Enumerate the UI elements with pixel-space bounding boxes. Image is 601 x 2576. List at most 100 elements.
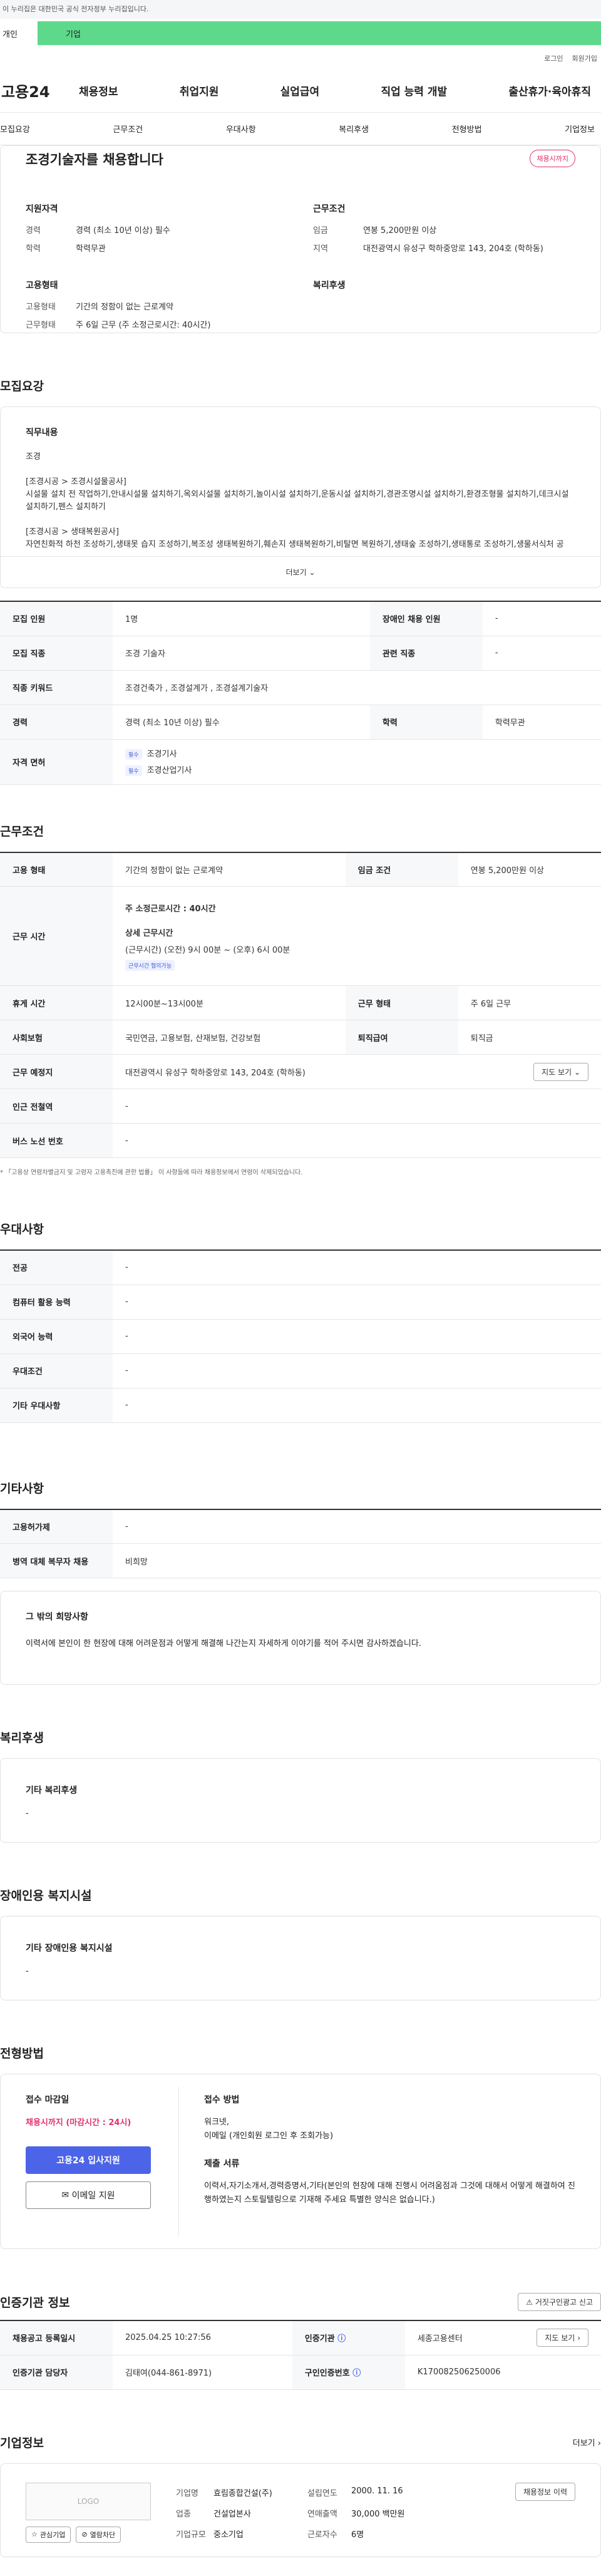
apply-left: 접수 마감일 채용시까지 (마감시간 : 24시) 고용24 입사지원 ✉ 이메… xyxy=(1,2087,179,2236)
summary-employment: 고용형태 고용형태 기간의 정함이 없는 근로계약 근무형태 주 6일 근무 (주 … xyxy=(26,279,288,336)
agency-map-button[interactable]: 지도 보기 › xyxy=(537,2329,588,2347)
table-header: 우대조건 xyxy=(0,1353,113,1389)
table-row: 기타 우대사항 - xyxy=(0,1388,601,1423)
agency-value: 세종고용센터 xyxy=(417,2334,463,2344)
table-header: 임금 조건 xyxy=(345,852,458,887)
table-header: 외국어 능력 xyxy=(0,1319,113,1354)
subnav-welfare[interactable]: 복리후생 xyxy=(339,123,369,135)
summary-conditions: 근무조건 임금 연봉 5,200만원 이상 지역 대전광역시 유성구 학하중앙로 1… xyxy=(313,202,575,260)
summary-grid: 지원자격 경력 경력 (최소 10년 이상) 필수 학력 학력무관 근무조건 임금 연… xyxy=(26,202,575,336)
gnb-item-skills[interactable]: 직업 능력 개발 xyxy=(377,83,451,98)
required-tag: 필수 xyxy=(125,765,142,776)
company-more-link[interactable]: 더보기 › xyxy=(573,2436,601,2448)
table-header: 고용 형태 xyxy=(0,852,113,887)
report-label: 거짓구인광고 신고 xyxy=(535,2298,593,2307)
company-logo: LOGO xyxy=(26,2482,151,2520)
gov-banner: 이 누리집은 대한민국 공식 전자정부 누리집입니다. xyxy=(0,0,601,19)
favorite-company-button[interactable]: ☆ 관심기업 xyxy=(26,2526,71,2543)
login-link[interactable]: 로그인 xyxy=(544,53,563,63)
apply-button[interactable]: 고용24 입사지원 xyxy=(26,2146,151,2174)
chevron-right-icon: › xyxy=(597,2438,601,2448)
recruit-table: 모집 인원 1명 장애인 채용 인원 - 모집 직종 조경 기술자 관련 직종 … xyxy=(0,601,601,785)
table-row: 버스 노선 번호 - xyxy=(0,1123,601,1158)
subnav-work[interactable]: 근무조건 xyxy=(113,123,143,135)
etc-section-title: 기타사항 xyxy=(0,1481,44,1496)
disabled-sub: 기타 장애인용 복지시설 xyxy=(26,1943,113,1953)
tab-individual[interactable]: 개인 xyxy=(0,21,38,45)
company-actions: 채용정보 이력 xyxy=(515,2482,575,2538)
company-size-value: 중소기업 xyxy=(213,2530,244,2540)
hours-cell: 주 소정근로시간 : 40시간 상세 근무시간 (근무시간) (오전) 9시 0… xyxy=(113,886,601,986)
table-cell: 연봉 5,200만원 이상 xyxy=(458,852,601,887)
method-line: 이메일 (개인회원 로그인 후 조회가능) xyxy=(204,2131,334,2141)
gnb-item-unemployment-benefit[interactable]: 실업급여 xyxy=(277,83,324,98)
table-cell: 1명 xyxy=(113,601,370,636)
site-logo[interactable]: 고용24 xyxy=(0,80,75,101)
summary-qual-title: 지원자격 xyxy=(26,204,58,214)
etc-section: 기타사항 고용허가제 - 병역 대체 복무자 채용 비희망 그 밖의 희망사항 이력… xyxy=(0,1423,601,1685)
recruit-history-button[interactable]: 채용정보 이력 xyxy=(515,2482,575,2501)
job-desc-title: 직무내용 xyxy=(26,428,58,438)
table-cell: 조경건축가 , 조경설계가 , 조경설계기술자 xyxy=(113,670,601,705)
report-button[interactable]: ⚠ 거짓구인광고 신고 xyxy=(518,2293,601,2311)
email-apply-button[interactable]: ✉ 이메일 지원 xyxy=(26,2181,151,2209)
info-icon[interactable]: ⓘ xyxy=(352,2369,361,2378)
company-sales-label: 연매출액 xyxy=(307,2509,337,2519)
table-row: 사회보험 국민연금, 고용보험, 산재보험, 건강보험 퇴직급여 퇴직금 xyxy=(0,1020,601,1055)
table-cell: - xyxy=(113,1319,601,1354)
pref-table: 전공 - 컴퓨터 활용 능력 - 외국어 능력 - 우대조건 - 기타 우대사항 - xyxy=(0,1249,601,1423)
signup-link[interactable]: 회원가입 xyxy=(572,53,597,63)
gnb-menu: 채용정보 취업지원 실업급여 직업 능력 개발 출산휴가·육아휴직 xyxy=(75,83,601,98)
license-item: 조경산업기사 xyxy=(146,766,192,775)
welfare-value: - xyxy=(26,1809,29,1818)
subnav-company[interactable]: 기업정보 xyxy=(565,123,595,135)
company-emp-value: 6명 xyxy=(351,2530,364,2540)
info-icon[interactable]: ⓘ xyxy=(337,2334,346,2344)
table-header: 모집 인원 xyxy=(0,601,113,636)
tab-business-label: 기업 xyxy=(66,29,81,39)
table-cell: K170082506250006 xyxy=(404,2355,601,2390)
place-value: 대전광역시 유성구 학하중앙로 143, 204호 (학하동) xyxy=(125,1068,306,1078)
selection-section: 전형방법 접수 마감일 채용시까지 (마감시간 : 24시) 고용24 입사지원… xyxy=(0,2000,601,2249)
job-desc-line: [조경시공 > 조경시설물공사] xyxy=(26,477,126,487)
map-view-button[interactable]: 지도 보기 ⌄ xyxy=(533,1062,588,1081)
wish-box: 그 밖의 희망사항 이력서에 본인이 한 현장에 대해 어려운점과 어떻게 해결… xyxy=(0,1591,601,1685)
subnav-pref[interactable]: 우대사항 xyxy=(226,123,256,135)
subnav-selection[interactable]: 전형방법 xyxy=(452,123,482,135)
gnb-item-employment-support[interactable]: 취업지원 xyxy=(176,83,223,98)
table-header: 휴게 시간 xyxy=(0,985,113,1020)
hours-detail: (근무시간) (오전) 9시 00분 ~ (오후) 6시 00분 xyxy=(125,945,290,955)
table-cell: 비희망 xyxy=(113,1543,601,1578)
map-view-label: 지도 보기 xyxy=(542,1067,572,1077)
more-button[interactable]: 더보기 ⌄ xyxy=(1,556,600,587)
summary-edu-label: 학력 xyxy=(26,244,41,254)
block-view-button[interactable]: ⊘ 열람차단 xyxy=(76,2526,121,2543)
company-emp-label: 근로자수 xyxy=(307,2530,337,2540)
table-row: 고용 형태 기간의 정함이 없는 근로계약 임금 조건 연봉 5,200만원 이… xyxy=(0,852,601,887)
block-label: 열람차단 xyxy=(90,2530,116,2539)
table-header: 컴퓨터 활용 능력 xyxy=(0,1285,113,1320)
status-badge: 채용시까지 xyxy=(530,150,575,167)
block-icon: ⊘ xyxy=(81,2530,88,2538)
summary-cond-title: 근무조건 xyxy=(313,204,346,214)
table-header: 근무 형태 xyxy=(345,985,458,1020)
summary-qualification: 지원자격 경력 경력 (최소 10년 이상) 필수 학력 학력무관 xyxy=(26,202,288,260)
gnb-item-jobs[interactable]: 채용정보 xyxy=(75,83,122,98)
table-cell: - xyxy=(113,1353,601,1389)
subnav-recruit[interactable]: 모집요강 xyxy=(0,123,30,135)
table-row: 인증기관 담당자 김태여(044-861-8971) 구인인증번호 ⓘ K170… xyxy=(0,2355,601,2390)
company-biz-label: 업종 xyxy=(176,2509,191,2519)
apply-box: 접수 마감일 채용시까지 (마감시간 : 24시) 고용24 입사지원 ✉ 이메… xyxy=(0,2074,601,2249)
member-tabs: 개인 기업 xyxy=(0,19,601,48)
table-header: 사회보험 xyxy=(0,1020,113,1055)
welfare-sub: 기타 복리후생 xyxy=(26,1786,78,1796)
table-header: 인증기관 담당자 xyxy=(0,2355,113,2390)
table-header: 고용허가제 xyxy=(0,1509,113,1544)
table-row: 모집 인원 1명 장애인 채용 인원 - xyxy=(0,601,601,636)
gnb-item-leave[interactable]: 출산휴가·육아휴직 xyxy=(505,83,595,98)
table-header: 기타 우대사항 xyxy=(0,1388,113,1423)
job-desc-line xyxy=(26,514,575,526)
wish-text: 이력서에 본인이 한 현장에 대해 어려운점과 어떻게 해결해 나간는지 자세하… xyxy=(26,1639,421,1648)
company-name-value: 효림종합건설(주) xyxy=(213,2488,272,2498)
tab-business[interactable]: 기업 xyxy=(38,21,601,45)
